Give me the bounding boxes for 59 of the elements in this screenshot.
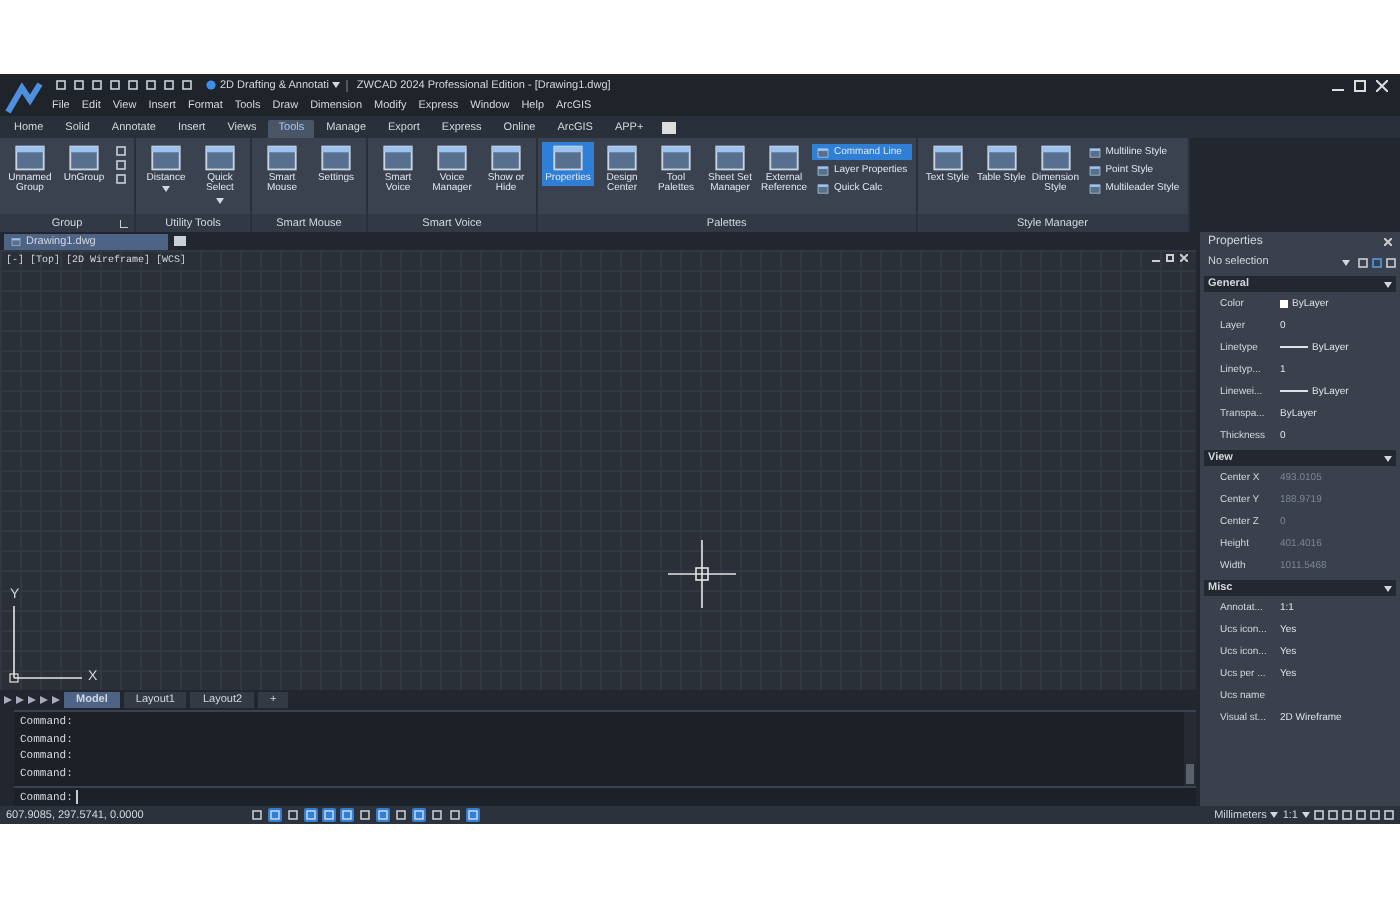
status-toggle[interactable]: [340, 808, 354, 822]
window-icon: [714, 144, 746, 172]
window-icon: [150, 144, 182, 172]
window-icon: [1087, 147, 1102, 157]
status-toggle[interactable]: [466, 808, 480, 822]
window-icon: [10, 237, 22, 245]
caret-icon: [1302, 812, 1310, 818]
window-icon: [1087, 165, 1102, 175]
maximize-icon[interactable]: [1354, 79, 1366, 91]
status-toggle[interactable]: [322, 808, 336, 822]
window-icon: [660, 144, 692, 172]
close-icon[interactable]: [1180, 254, 1188, 262]
window-icon: [382, 144, 414, 172]
caret-icon: [332, 82, 341, 88]
window-icon: [816, 147, 830, 157]
window-icon: [606, 144, 638, 172]
window-icon: [816, 165, 830, 175]
caret-icon: [1384, 455, 1392, 461]
window-icon: [931, 144, 964, 172]
window-icon: [68, 144, 100, 172]
caret-icon: [1342, 259, 1350, 265]
status-toggle[interactable]: [430, 808, 444, 822]
caret-icon: [1384, 585, 1392, 591]
crosshair-icon: [668, 540, 736, 608]
window-icon: [985, 144, 1018, 172]
caret-icon: [216, 197, 224, 203]
status-toggle[interactable]: [250, 808, 264, 822]
status-toggle[interactable]: [394, 808, 408, 822]
window-icon: [490, 144, 522, 172]
maximize-icon[interactable]: [1166, 254, 1174, 262]
window-icon: [436, 144, 468, 172]
window-icon: [552, 144, 584, 172]
scrollbar[interactable]: [1184, 712, 1196, 786]
caret-icon: [1384, 281, 1392, 287]
window-icon: [320, 144, 352, 172]
screen-icon[interactable]: [661, 122, 676, 134]
status-toggle[interactable]: [376, 808, 390, 822]
logo-icon: [4, 80, 44, 116]
color-swatch: [1280, 299, 1288, 307]
status-toggle[interactable]: [358, 808, 372, 822]
status-toggle[interactable]: [448, 808, 462, 822]
status-toggle[interactable]: [268, 808, 282, 822]
window-icon: [14, 144, 46, 172]
caret-icon: [1270, 812, 1279, 818]
close-icon[interactable]: [1384, 238, 1392, 246]
status-toggle[interactable]: [286, 808, 300, 822]
window-icon: [768, 144, 800, 172]
window-icon: [1039, 144, 1072, 172]
status-toggle[interactable]: [304, 808, 318, 822]
window-icon: [816, 183, 830, 193]
window-icon: [1087, 183, 1102, 193]
close-icon[interactable]: [1376, 79, 1388, 91]
status-toggle[interactable]: [412, 808, 426, 822]
window-icon: [204, 144, 236, 172]
minimize-icon[interactable]: [1152, 254, 1160, 262]
line-sample: [1280, 346, 1308, 348]
caret-icon: [162, 186, 170, 193]
line-sample: [1280, 390, 1308, 392]
window-icon: [266, 144, 298, 172]
